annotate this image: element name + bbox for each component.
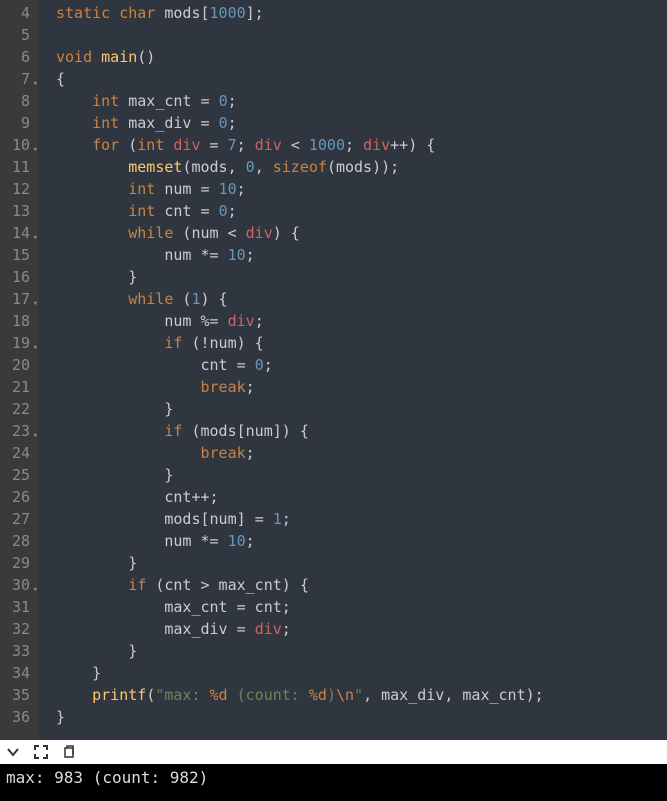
code-line: int max_cnt = 0; xyxy=(56,90,667,112)
code-editor[interactable]: 4567891011121314151617181920212223242526… xyxy=(0,0,667,740)
fullscreen-icon[interactable] xyxy=(34,745,48,759)
code-line: } xyxy=(56,552,667,574)
code-line: max_cnt = cnt; xyxy=(56,596,667,618)
line-number: 31 xyxy=(4,596,30,618)
line-number: 9 xyxy=(4,112,30,134)
code-line: break; xyxy=(56,376,667,398)
code-line: num *= 10; xyxy=(56,530,667,552)
line-number: 22 xyxy=(4,398,30,420)
code-line: mods[num] = 1; xyxy=(56,508,667,530)
code-line: if (mods[num]) { xyxy=(56,420,667,442)
line-number: 35 xyxy=(4,684,30,706)
line-number: 6 xyxy=(4,46,30,68)
code-line: } xyxy=(56,662,667,684)
code-line: while (1) { xyxy=(56,288,667,310)
line-number: 33 xyxy=(4,640,30,662)
line-number: 7 xyxy=(4,68,30,90)
code-line: int max_div = 0; xyxy=(56,112,667,134)
line-number: 17 xyxy=(4,288,30,310)
code-line: printf("max: %d (count: %d)\n", max_div,… xyxy=(56,684,667,706)
line-number: 13 xyxy=(4,200,30,222)
code-line: for (int div = 7; div < 1000; div++) { xyxy=(56,134,667,156)
code-line: int num = 10; xyxy=(56,178,667,200)
code-line: } xyxy=(56,464,667,486)
code-line: num *= 10; xyxy=(56,244,667,266)
line-number: 34 xyxy=(4,662,30,684)
console-text: max: 983 (count: 982) xyxy=(6,768,208,787)
line-number: 20 xyxy=(4,354,30,376)
code-line: int cnt = 0; xyxy=(56,200,667,222)
code-line: } xyxy=(56,266,667,288)
line-number: 32 xyxy=(4,618,30,640)
code-line: break; xyxy=(56,442,667,464)
output-toolbar xyxy=(0,740,667,764)
code-line: while (num < div) { xyxy=(56,222,667,244)
line-number: 24 xyxy=(4,442,30,464)
line-number: 10 xyxy=(4,134,30,156)
code-line: cnt++; xyxy=(56,486,667,508)
line-number: 36 xyxy=(4,706,30,728)
line-number-gutter: 4567891011121314151617181920212223242526… xyxy=(0,0,38,740)
line-number: 23 xyxy=(4,420,30,442)
code-line: } xyxy=(56,706,667,728)
console-output: max: 983 (count: 982) xyxy=(0,764,667,801)
line-number: 12 xyxy=(4,178,30,200)
line-number: 16 xyxy=(4,266,30,288)
line-number: 14 xyxy=(4,222,30,244)
code-line: } xyxy=(56,640,667,662)
line-number: 15 xyxy=(4,244,30,266)
line-number: 26 xyxy=(4,486,30,508)
code-line: static char mods[1000]; xyxy=(56,2,667,24)
code-line: cnt = 0; xyxy=(56,354,667,376)
code-line: { xyxy=(56,68,667,90)
line-number: 4 xyxy=(4,2,30,24)
code-line: } xyxy=(56,398,667,420)
line-number: 28 xyxy=(4,530,30,552)
code-line: max_div = div; xyxy=(56,618,667,640)
line-number: 18 xyxy=(4,310,30,332)
line-number: 29 xyxy=(4,552,30,574)
line-number: 5 xyxy=(4,24,30,46)
code-line: void main() xyxy=(56,46,667,68)
line-number: 8 xyxy=(4,90,30,112)
line-number: 27 xyxy=(4,508,30,530)
code-area[interactable]: static char mods[1000]; void main(){ int … xyxy=(38,0,667,740)
copy-icon[interactable] xyxy=(62,745,76,759)
code-line: num %= div; xyxy=(56,310,667,332)
line-number: 30 xyxy=(4,574,30,596)
code-line: if (cnt > max_cnt) { xyxy=(56,574,667,596)
line-number: 25 xyxy=(4,464,30,486)
line-number: 19 xyxy=(4,332,30,354)
code-line xyxy=(56,24,667,46)
code-line: memset(mods, 0, sizeof(mods)); xyxy=(56,156,667,178)
code-line: if (!num) { xyxy=(56,332,667,354)
chevron-down-icon[interactable] xyxy=(6,745,20,759)
line-number: 11 xyxy=(4,156,30,178)
line-number: 21 xyxy=(4,376,30,398)
